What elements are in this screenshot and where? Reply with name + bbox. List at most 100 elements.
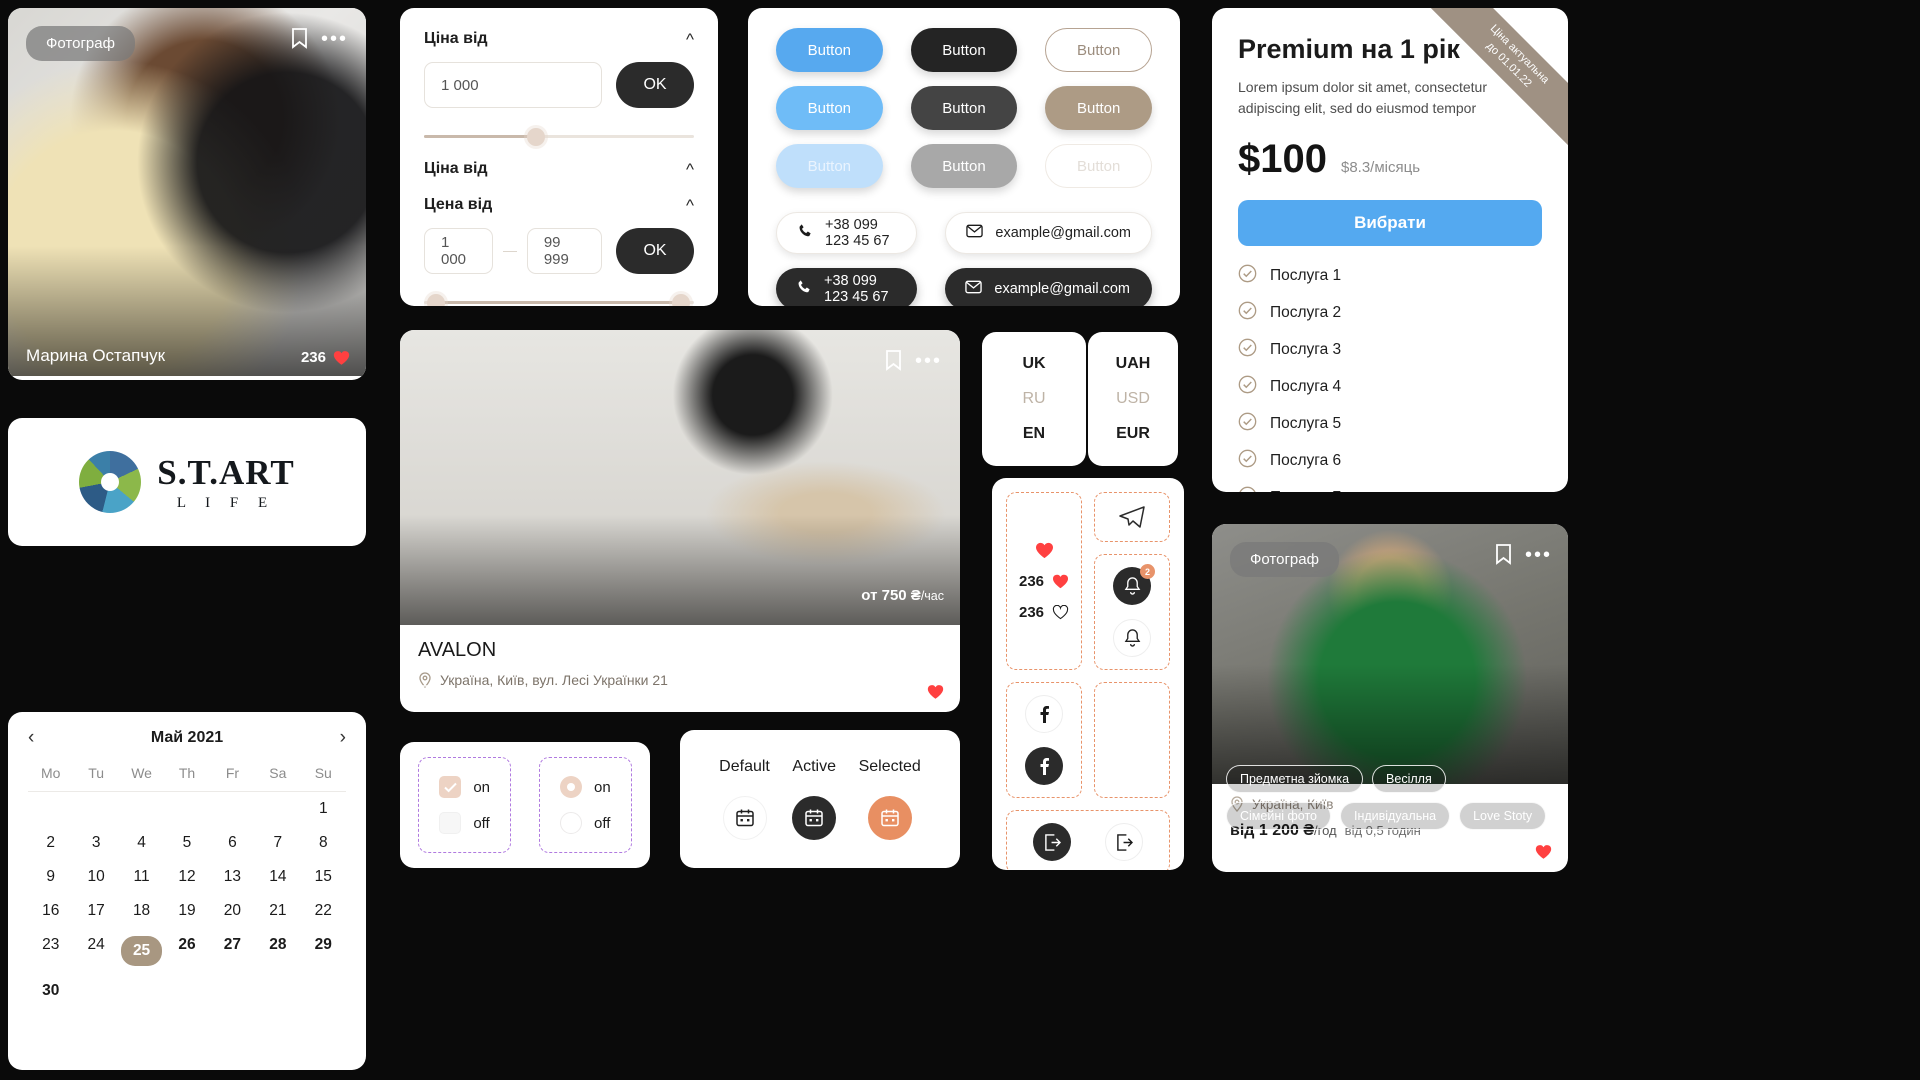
checkbox-off-row[interactable]: off	[439, 812, 490, 834]
chevron-up-icon[interactable]: ^	[686, 197, 694, 214]
range-min-input[interactable]: 1 000	[424, 228, 494, 274]
calendar-icon[interactable]	[722, 796, 767, 840]
calendar-day-11[interactable]: 11	[119, 860, 164, 894]
calendar-day-6[interactable]: 6	[210, 826, 255, 860]
calendar-grid[interactable]: Mo Tu We Th Fr Sa Su 1 2 3 4 5 6 7 8 9 10 11 12 13 14 15 16 17 1…	[28, 759, 346, 1008]
calendar-day-10[interactable]: 10	[73, 860, 118, 894]
calendar-day-20[interactable]: 20	[210, 894, 255, 928]
calendar-day-7[interactable]: 7	[255, 826, 300, 860]
lang-option-uk[interactable]: UK	[1022, 355, 1045, 373]
radio-off-row[interactable]: off	[560, 812, 611, 834]
showcase-button-7[interactable]: Button	[776, 144, 883, 188]
toggle-groups[interactable]: on off on off	[400, 742, 650, 868]
checkbox-group[interactable]: on off	[418, 757, 511, 853]
chevron-left-icon[interactable]: ‹	[28, 728, 34, 747]
state-showcase-panel[interactable]: Default Active Selected	[680, 730, 960, 868]
button-grid[interactable]: Button Button Button Button Button Button Butt…	[776, 28, 1152, 188]
filter-section-1-header[interactable]: Ціна від ^	[424, 30, 694, 48]
bell-icon[interactable]	[1113, 619, 1151, 657]
showcase-button-9[interactable]: Button	[1045, 144, 1152, 188]
checkbox-unchecked-icon[interactable]	[439, 812, 462, 834]
lang-option-en[interactable]: EN	[1023, 425, 1045, 443]
radio-unselected-icon[interactable]	[560, 812, 582, 834]
ok-button-2[interactable]: OK	[616, 228, 694, 274]
more-icon[interactable]: •••	[1525, 544, 1552, 567]
photographer-tags[interactable]: Предметна зйомка Весілля Сімейні фото Індив…	[1226, 765, 1554, 830]
contact-button-2[interactable]: example@gmail.com	[945, 212, 1152, 254]
photographer-likes[interactable]: 236	[1503, 843, 1552, 860]
currency-option-eur[interactable]: EUR	[1116, 425, 1150, 443]
chevron-up-icon[interactable]: ^	[686, 161, 694, 178]
chevron-up-icon[interactable]: ^	[686, 31, 694, 48]
calendar-day-29[interactable]: 29	[301, 928, 346, 974]
showcase-button-8[interactable]: Button	[910, 144, 1018, 188]
filter-section-2-header[interactable]: Ціна від ^	[424, 160, 694, 178]
calendar-day-18[interactable]: 18	[119, 894, 164, 928]
bookmark-icon[interactable]	[291, 28, 308, 54]
photographer-tag-5[interactable]: Love Stoty	[1459, 802, 1547, 830]
showcase-button-1[interactable]: Button	[776, 28, 883, 72]
calendar-day-23[interactable]: 23	[28, 928, 73, 974]
calendar-day-19[interactable]: 19	[164, 894, 209, 928]
slider-knob-min[interactable]	[426, 294, 445, 306]
radio-group[interactable]: on off	[539, 757, 632, 853]
showcase-button-5[interactable]: Button	[910, 86, 1018, 130]
calendar-day-17[interactable]: 17	[73, 894, 118, 928]
showcase-button-3[interactable]: Button	[1045, 28, 1152, 72]
photographer-tag-1[interactable]: Предметна зйомка	[1226, 765, 1364, 793]
ok-button-1[interactable]: OK	[616, 62, 694, 108]
calendar-day-15[interactable]: 15	[301, 860, 346, 894]
profile-card[interactable]: Фотограф ••• Марина Остапчук 236 Україна…	[8, 8, 366, 380]
calendar-day-4[interactable]: 4	[119, 826, 164, 860]
likes-filled-row[interactable]: 236	[1019, 573, 1069, 590]
language-selector[interactable]: UK RU EN	[982, 332, 1086, 466]
more-icon[interactable]: •••	[915, 350, 942, 373]
more-icon[interactable]: •••	[321, 28, 348, 51]
price-filter-panel[interactable]: Ціна від ^ 1 000 OK Ціна від ^ Цена від …	[400, 8, 718, 306]
calendar-day-28[interactable]: 28	[255, 928, 300, 974]
calendar-day-26[interactable]: 26	[164, 928, 209, 974]
calendar-day-27[interactable]: 27	[210, 928, 255, 974]
login-dark-icon[interactable]	[1033, 823, 1071, 861]
calendar-day-3[interactable]: 3	[73, 826, 118, 860]
price-from-input[interactable]: 1 000	[424, 62, 602, 108]
bell-badge-wrap[interactable]: 2	[1113, 564, 1155, 605]
contact-button-4[interactable]: example@gmail.com	[945, 268, 1152, 306]
price-slider-single[interactable]	[424, 128, 694, 146]
showcase-button-6[interactable]: Button	[1045, 86, 1152, 130]
calendar-icon[interactable]	[792, 796, 837, 840]
calendar-day-1[interactable]: 1	[301, 792, 346, 826]
calendar-day-21[interactable]: 21	[255, 894, 300, 928]
bookmark-icon[interactable]	[885, 350, 902, 376]
photographer-card[interactable]: Фотограф ••• Предметна зйомка Весілля Сіме…	[1212, 524, 1568, 872]
currency-option-uah[interactable]: UAH	[1116, 355, 1151, 373]
buttons-showcase-panel[interactable]: Button Button Button Button Button Button Butt…	[748, 8, 1180, 306]
calendar-day-30[interactable]: 30	[28, 974, 73, 1008]
studio-photos-count[interactable]: 10 фото	[416, 684, 492, 700]
toggle-showcase-panel[interactable]: on off on off	[400, 742, 650, 868]
checkbox-on-row[interactable]: on	[439, 776, 490, 798]
filter-row-range[interactable]: 1 000 99 999 OK	[424, 228, 694, 274]
calendar-day-8[interactable]: 8	[301, 826, 346, 860]
showcase-button-2[interactable]: Button	[910, 28, 1018, 72]
filter-section-3-header[interactable]: Цена від ^	[424, 196, 694, 214]
slider-knob[interactable]	[526, 128, 545, 146]
showcase-button-4[interactable]: Button	[776, 86, 883, 130]
likes-outline-row[interactable]: 236	[1019, 604, 1069, 621]
facebook-light-icon[interactable]	[1025, 695, 1063, 733]
contact-button-1[interactable]: +38 099 123 45 67	[776, 212, 918, 254]
login-light-icon[interactable]	[1105, 823, 1143, 861]
photographer-tag-4[interactable]: Індивідуальна	[1339, 802, 1451, 830]
calendar-day-9[interactable]: 9	[28, 860, 73, 894]
contact-button-3[interactable]: +38 099 123 45 67	[776, 268, 918, 306]
calendar-day-5[interactable]: 5	[164, 826, 209, 860]
calendar-day-2[interactable]: 2	[28, 826, 73, 860]
profile-likes[interactable]: 236	[301, 349, 350, 366]
calendar-day-14[interactable]: 14	[255, 860, 300, 894]
studio-card[interactable]: ••• 10 фото 236 от 750 ₴/час AVALON Укра…	[400, 330, 960, 712]
checkbox-checked-icon[interactable]	[439, 776, 462, 798]
photographer-tag-3[interactable]: Сімейні фото	[1226, 802, 1331, 830]
calendar-widget[interactable]: ‹ Май 2021 › Mo Tu We Th Fr Sa Su 1 2 3 4 5 6 7 8 9 10 11…	[8, 712, 366, 1070]
slider-knob-max[interactable]	[672, 294, 691, 306]
contact-buttons-grid[interactable]: +38 099 123 45 67 example@gmail.com +38 09…	[776, 212, 1152, 306]
